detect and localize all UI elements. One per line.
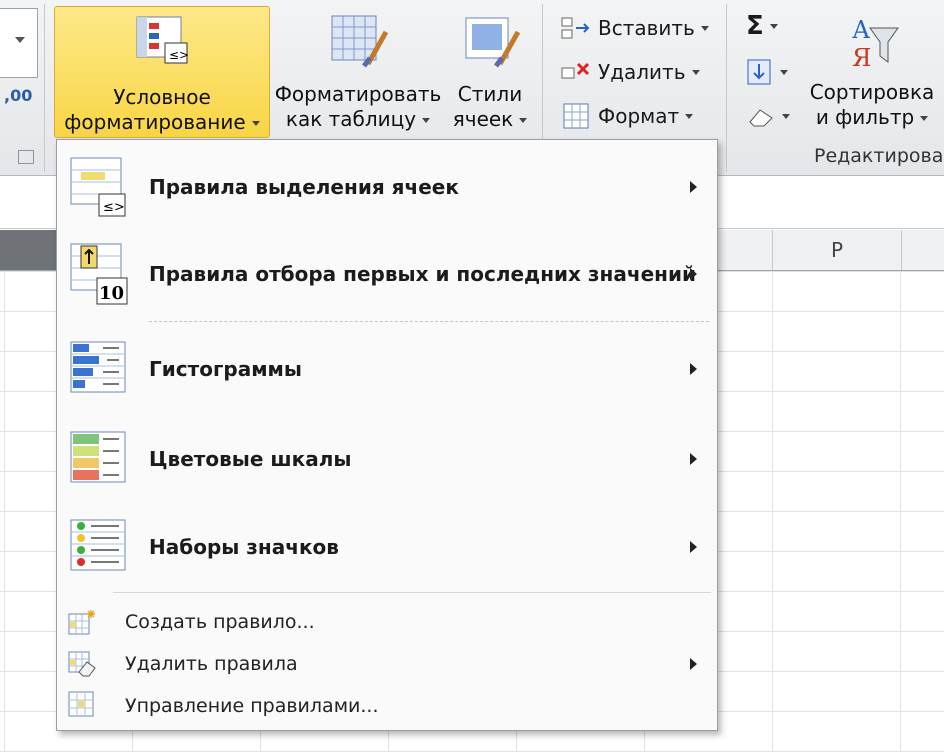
menu-item-icon-sets[interactable]: Наборы значков <box>57 514 717 580</box>
select-all-corner[interactable] <box>0 230 60 270</box>
format-as-table-line1: Форматировать <box>274 82 442 106</box>
delete-cells-label: Удалить <box>598 60 686 84</box>
chevron-down-icon <box>685 113 694 119</box>
icon-sets-icon <box>70 519 126 571</box>
chevron-right-icon <box>690 181 697 193</box>
menu-separator <box>113 592 711 593</box>
conditional-formatting-menu: ≤> Правила выделения ячеек 10 Правила от… <box>56 139 718 731</box>
cell-styles-line1: Стили <box>457 82 523 106</box>
number-group-launcher-icon[interactable] <box>18 150 34 164</box>
cell-styles-line2: ячеек <box>452 107 514 131</box>
number-format-dropdown[interactable] <box>0 8 38 78</box>
fill-down-icon <box>747 59 771 85</box>
clear-button[interactable] <box>746 100 790 132</box>
svg-text:А: А <box>852 16 870 44</box>
chevron-down-icon <box>519 118 528 123</box>
fill-button[interactable] <box>746 56 788 88</box>
menu-item-label: Цветовые шкалы <box>149 447 352 471</box>
menu-item-label: Правила отбора первых и последних значен… <box>149 262 696 286</box>
chevron-down-icon <box>700 25 709 31</box>
format-as-table-line2: как таблицу <box>285 107 417 131</box>
format-as-table-button[interactable]: Форматировать как таблицу <box>272 6 444 136</box>
conditional-formatting-line1: Условное <box>113 85 211 109</box>
menu-item-label: Удалить правила <box>125 653 298 675</box>
eraser-icon <box>749 109 773 127</box>
conditional-formatting-icon: ≤> <box>136 16 189 64</box>
format-cells-label: Формат <box>598 104 680 128</box>
column-header-p[interactable]: P <box>772 230 902 270</box>
chevron-down-icon <box>691 69 700 75</box>
insert-cells-button[interactable]: Вставить <box>560 12 709 44</box>
menu-item-highlight-rules[interactable]: ≤> Правила выделения ячеек <box>57 152 717 222</box>
menu-separator <box>149 321 709 322</box>
color-scales-icon <box>70 431 126 483</box>
data-bars-icon <box>70 341 126 393</box>
insert-cells-icon <box>561 17 590 39</box>
cell-styles-icon <box>465 17 521 68</box>
highlight-cells-rules-icon: ≤> <box>70 157 126 217</box>
conditional-formatting-button[interactable]: ≤> Условное форматирование <box>54 6 270 138</box>
delete-cells-button[interactable]: Удалить <box>560 56 700 88</box>
chevron-right-icon <box>690 658 697 670</box>
cell-styles-button[interactable]: Стили ячеек <box>448 6 532 136</box>
menu-item-manage-rules[interactable]: Управление правилами... <box>57 686 717 726</box>
menu-item-label: Создать правило... <box>125 611 315 633</box>
chevron-down-icon <box>920 116 929 121</box>
sigma-icon: Σ <box>746 11 764 41</box>
menu-item-clear-rules[interactable]: Удалить правила <box>57 644 717 684</box>
menu-item-label: Управление правилами... <box>125 695 379 717</box>
top-bottom-rules-icon: 10 <box>70 243 128 305</box>
decimal-buttons[interactable]: ,00 <box>4 86 32 105</box>
chevron-down-icon <box>251 121 260 126</box>
menu-item-new-rule[interactable]: Создать правило... <box>57 602 717 642</box>
svg-text:≤>: ≤> <box>103 200 125 215</box>
svg-text:Я: Я <box>852 44 871 70</box>
menu-item-color-scales[interactable]: Цветовые шкалы <box>57 426 717 492</box>
editing-group-label: Редактирова <box>814 145 944 167</box>
sort-filter-button[interactable]: А Я Сортировка и фильтр <box>806 6 938 136</box>
menu-item-data-bars[interactable]: Гистограммы <box>57 336 717 402</box>
chevron-down-icon <box>780 69 788 75</box>
conditional-formatting-line2: форматирование <box>64 110 246 134</box>
menu-item-label: Наборы значков <box>149 535 339 559</box>
manage-rules-icon <box>68 691 94 717</box>
chevron-down-icon <box>769 23 778 29</box>
svg-text:≤>: ≤> <box>169 48 189 62</box>
chevron-right-icon <box>690 541 697 553</box>
sort-filter-icon: А Я <box>852 16 899 72</box>
insert-cells-label: Вставить <box>598 16 695 40</box>
sort-filter-line1: Сортировка <box>809 80 935 104</box>
menu-item-top-bottom-rules[interactable]: 10 Правила отбора первых и последних зна… <box>57 238 717 310</box>
menu-item-label: Правила выделения ячеек <box>149 175 459 199</box>
format-cells-button[interactable]: Формат <box>560 100 694 132</box>
format-as-table-icon <box>331 15 389 68</box>
svg-text:10: 10 <box>99 283 124 304</box>
clear-rules-icon <box>68 651 96 677</box>
chevron-down-icon <box>782 113 790 119</box>
chevron-right-icon <box>690 268 697 280</box>
chevron-down-icon <box>422 118 431 123</box>
sort-filter-line2: и фильтр <box>815 105 915 129</box>
menu-item-label: Гистограммы <box>149 357 302 381</box>
autosum-button[interactable]: Σ <box>746 10 778 42</box>
chevron-right-icon <box>690 363 697 375</box>
format-cells-icon <box>563 103 589 129</box>
delete-cells-icon <box>561 62 590 79</box>
decrease-decimal-label: ,00 <box>4 86 33 105</box>
chevron-right-icon <box>690 453 697 465</box>
new-rule-icon <box>68 610 95 635</box>
